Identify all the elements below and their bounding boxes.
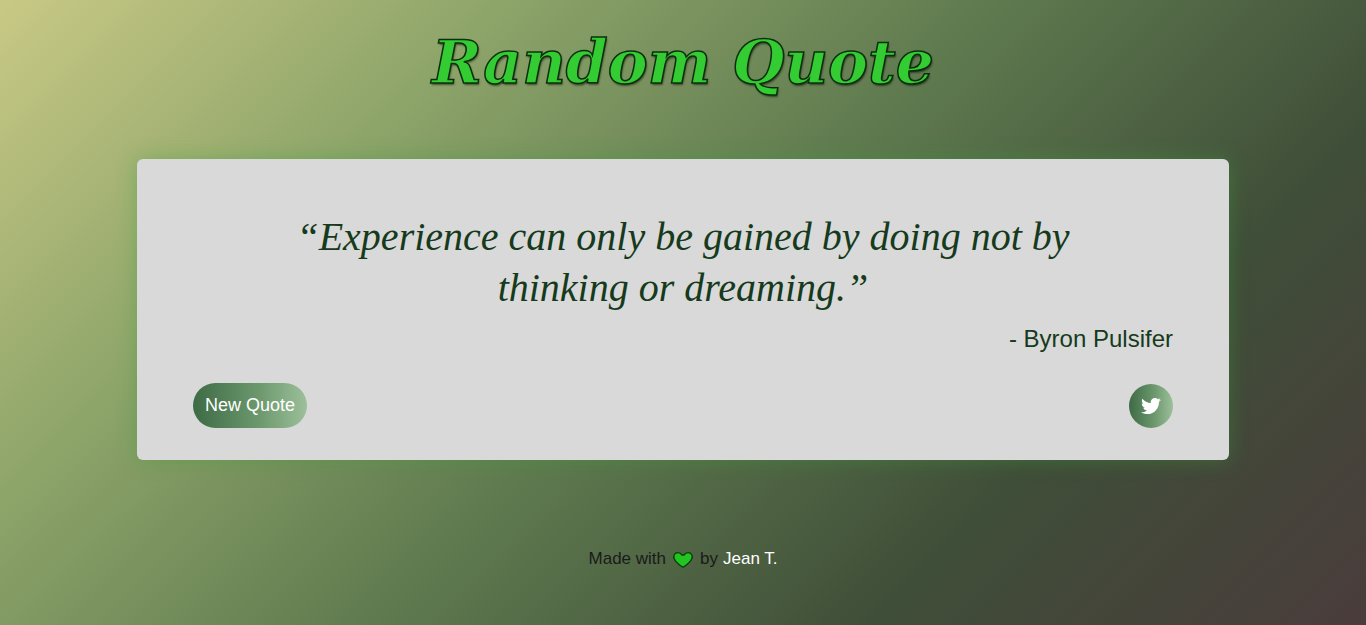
quote-author: - Byron Pulsifer	[193, 323, 1173, 355]
page: Random Quote “Experience can only be gain…	[0, 0, 1366, 625]
twitter-icon	[1141, 396, 1161, 416]
quote-text: “Experience can only be gained by doing …	[243, 211, 1123, 313]
tweet-button[interactable]	[1129, 384, 1173, 428]
footer: Made with byJean T.	[589, 546, 778, 572]
heart-icon	[672, 548, 694, 570]
new-quote-button[interactable]: New Quote	[193, 383, 307, 428]
footer-author[interactable]: Jean T.	[723, 546, 778, 572]
page-title: Random Quote	[432, 22, 934, 102]
footer-prefix: Made with	[589, 546, 666, 572]
footer-suffix: by	[700, 546, 718, 572]
quote-card: “Experience can only be gained by doing …	[137, 159, 1229, 460]
